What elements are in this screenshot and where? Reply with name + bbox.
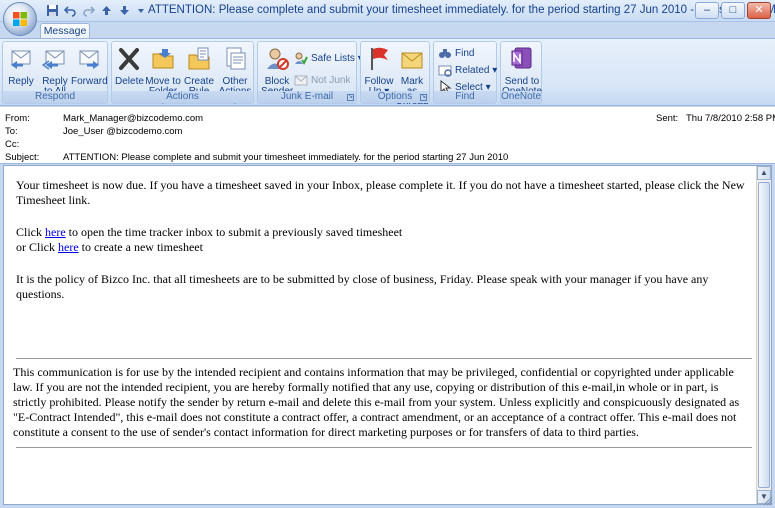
forward-icon — [79, 50, 99, 69]
previous-item-icon[interactable] — [100, 4, 114, 18]
flag-icon — [371, 47, 388, 70]
subject-value: ATTENTION: Please complete and submit yo… — [63, 152, 509, 163]
office-logo-icon — [13, 12, 27, 26]
disclaimer-text: This communication is for use by the int… — [13, 365, 740, 439]
from-value[interactable]: Mark_Manager@bizcodemo.com — [63, 113, 203, 124]
other-actions-icon — [226, 47, 246, 70]
save-icon[interactable] — [46, 4, 60, 18]
group-respond: Reply Replyto All Forward Respond — [2, 41, 108, 104]
group-label-options: Options — [361, 91, 429, 103]
not-junk-icon — [294, 75, 308, 86]
group-junk-email: BlockSender Safe Lists ▾ Not Junk Junk E… — [257, 41, 363, 104]
sent-label: Sent: — [656, 113, 679, 124]
saved-timesheet-link[interactable]: here — [45, 225, 66, 239]
sent-value: Thu 7/8/2010 2:58 PM — [686, 113, 775, 124]
ribbon-tabs: Message — [0, 22, 775, 40]
group-actions: Delete Move toFolder ▾ CreateRule OtherA… — [111, 41, 254, 107]
ribbon: Reply Replyto All Forward Respond Delete… — [0, 38, 775, 107]
group-onenote: Send toOneNote OneNote — [500, 41, 542, 104]
reply-all-button[interactable]: Replyto All — [38, 45, 72, 97]
group-label-respond: Respond — [3, 91, 107, 103]
reply-icon — [11, 50, 31, 69]
to-label: To: — [5, 126, 18, 137]
body-paragraph-policy: It is the policy of Bizco Inc. that all … — [16, 272, 709, 301]
options-launcher[interactable]: ↘ — [420, 94, 427, 101]
follow-up-button[interactable]: FollowUp ▾ — [363, 45, 395, 97]
body-line-saved-timesheet: Click here to open the time tracker inbo… — [16, 225, 403, 239]
group-options: FollowUp ▾ Mark asUnread Options ↘ — [360, 41, 430, 107]
redo-icon[interactable] — [82, 4, 96, 18]
window-title: ATTENTION: Please complete and submit yo… — [148, 4, 775, 16]
reply-button[interactable]: Reply — [6, 45, 36, 87]
block-sender-button[interactable]: BlockSender — [261, 45, 293, 97]
not-junk-button[interactable]: Not Junk — [294, 73, 350, 87]
resize-grip-icon[interactable] — [763, 496, 773, 506]
block-sender-icon — [267, 48, 289, 70]
divider-bottom — [16, 447, 752, 448]
group-find: Find Related ▾ Select ▾ Find — [433, 41, 497, 104]
from-label: From: — [5, 113, 30, 124]
group-label-actions: Actions — [112, 91, 253, 103]
related-icon — [438, 65, 452, 77]
junk-email-options-launcher[interactable]: ↘ — [347, 94, 354, 101]
next-item-icon[interactable] — [118, 4, 132, 18]
group-label-onenote: OneNote — [501, 91, 542, 103]
office-button[interactable] — [3, 2, 37, 36]
divider-top — [16, 358, 752, 359]
message-body-pane: Your timesheet is now due. If you have a… — [3, 165, 772, 505]
body-paragraph-1: Your timesheet is now due. If you have a… — [16, 178, 745, 207]
scroll-thumb[interactable] — [758, 182, 770, 488]
safe-lists-button[interactable]: Safe Lists ▾ — [294, 51, 363, 65]
folder-move-icon — [152, 49, 174, 69]
new-timesheet-link[interactable]: here — [58, 240, 79, 254]
quick-access-toolbar — [40, 3, 150, 19]
onenote-icon — [511, 47, 532, 69]
binoculars-icon — [439, 49, 451, 58]
create-rule-button[interactable]: CreateRule — [183, 45, 215, 97]
to-value[interactable]: Joe_User @bizcodemo.com — [63, 126, 182, 137]
find-button[interactable]: Find — [438, 46, 474, 60]
related-button[interactable]: Related ▾ — [438, 63, 497, 77]
create-rule-icon — [188, 47, 210, 70]
group-label-junk-email: Junk E-mail — [258, 91, 356, 103]
vertical-scrollbar[interactable]: ▲ ▼ — [756, 166, 771, 504]
undo-icon[interactable] — [63, 4, 78, 18]
unread-envelope-icon — [401, 52, 423, 69]
title-bar: ATTENTION: Please complete and submit yo… — [0, 0, 775, 22]
subject-label: Subject: — [5, 152, 40, 163]
close-button[interactable]: ✕ — [747, 2, 771, 19]
message-body: Your timesheet is now due. If you have a… — [4, 166, 757, 504]
body-line-new-timesheet: or Click here to create a new timesheet — [16, 240, 203, 254]
safe-lists-icon — [295, 52, 308, 65]
message-header: From: Mark_Manager@bizcodemo.com To: Joe… — [0, 107, 775, 164]
scroll-up-arrow[interactable]: ▲ — [757, 166, 771, 180]
maximize-button[interactable]: □ — [721, 2, 745, 19]
forward-button[interactable]: Forward — [71, 45, 108, 87]
send-to-onenote-button[interactable]: Send toOneNote — [502, 45, 542, 97]
group-label-find: Find — [434, 91, 496, 103]
minimize-button[interactable]: – — [695, 2, 719, 19]
delete-icon — [119, 48, 139, 70]
cc-label: Cc: — [5, 139, 20, 150]
delete-button[interactable]: Delete — [115, 45, 144, 87]
reply-all-icon — [42, 50, 65, 70]
